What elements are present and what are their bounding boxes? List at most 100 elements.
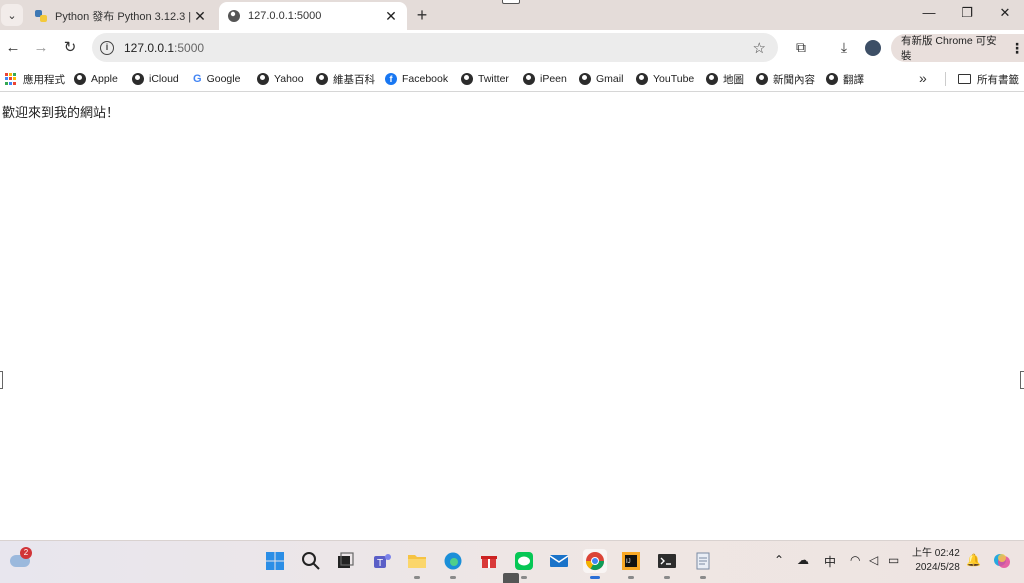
battery-icon[interactable]: ▭ bbox=[888, 553, 899, 567]
reload-icon[interactable]: ↻ bbox=[60, 38, 80, 58]
facebook-icon: f bbox=[385, 73, 397, 85]
url-text[interactable]: 127.0.0.1:5000 bbox=[124, 41, 204, 55]
close-tab-icon[interactable]: ✕ bbox=[383, 8, 399, 25]
bookmark-label: Apple bbox=[91, 73, 118, 85]
bookmark-apps[interactable]: 應用程式 bbox=[5, 71, 65, 87]
bookmark-label: iCloud bbox=[149, 73, 179, 85]
apps-grid-icon bbox=[5, 73, 17, 85]
bookmark-ipeen[interactable]: iPeen bbox=[523, 71, 567, 87]
clock-time: 上午 02:42 bbox=[912, 548, 960, 559]
tab-python[interactable]: Python 發布 Python 3.12.3 | Py ✕ bbox=[26, 2, 216, 30]
download-icon[interactable]: ⤓ bbox=[835, 39, 853, 56]
task-view-button[interactable] bbox=[333, 549, 357, 573]
globe-icon bbox=[706, 73, 718, 85]
globe-icon bbox=[228, 10, 240, 22]
extensions-icon[interactable]: ⧉ bbox=[792, 39, 810, 56]
globe-icon bbox=[132, 73, 144, 85]
terminal-app[interactable] bbox=[655, 549, 679, 579]
edge-icon bbox=[444, 552, 462, 570]
chrome-app[interactable] bbox=[583, 549, 607, 579]
bookmarks-bar: 應用程式 Apple iCloud G Google Yahoo 維基百科 f Fa… bbox=[0, 66, 1024, 92]
windows-taskbar: 2 T IJ ⌃ ☁ 中 ◠ ◁ ▭ 上午 02:42 2024/5/28 🔔 bbox=[0, 540, 1024, 583]
bookmark-youtube[interactable]: YouTube bbox=[636, 71, 694, 87]
back-arrow-icon[interactable]: ← bbox=[3, 38, 23, 58]
edge-app[interactable] bbox=[441, 549, 465, 579]
ime-indicator[interactable]: 中 bbox=[824, 553, 836, 570]
weather-widget[interactable]: 2 bbox=[10, 547, 32, 567]
bookmark-label: 所有書籤 bbox=[977, 73, 1019, 86]
notepad-icon bbox=[696, 552, 710, 570]
pycharm-app[interactable]: IJ bbox=[619, 549, 643, 579]
bookmark-yahoo[interactable]: Yahoo bbox=[257, 71, 304, 87]
minimize-icon[interactable]: — bbox=[910, 0, 948, 28]
wifi-icon[interactable]: ◠ bbox=[850, 553, 860, 567]
welcome-text: 歡迎來到我的網站！ bbox=[2, 106, 120, 121]
teams-icon: T bbox=[374, 554, 391, 569]
gift-icon bbox=[481, 556, 497, 568]
bookmark-label: Facebook bbox=[402, 73, 449, 85]
task-view-icon bbox=[338, 552, 354, 568]
browser-toolbar: ← → ↻ i 127.0.0.1:5000 ☆ ⧉ ⤓ 有新版 Chrome … bbox=[0, 30, 1024, 66]
mail-app[interactable] bbox=[547, 549, 571, 573]
bookmark-apple[interactable]: Apple bbox=[74, 71, 118, 87]
system-clock[interactable]: 上午 02:42 2024/5/28 bbox=[912, 547, 960, 575]
folder-icon bbox=[408, 555, 426, 568]
tab-localhost[interactable]: 127.0.0.1:5000 ✕ bbox=[219, 2, 407, 30]
folder-icon bbox=[958, 74, 971, 84]
gift-app[interactable] bbox=[477, 549, 501, 573]
tab-title: Python 發布 Python 3.12.3 | Py bbox=[55, 11, 192, 23]
left-resize-handle[interactable] bbox=[0, 371, 3, 389]
right-resize-handle[interactable] bbox=[1020, 371, 1024, 389]
start-button[interactable] bbox=[263, 549, 287, 573]
clock-date: 2024/5/28 bbox=[915, 562, 960, 573]
bookmark-gmail[interactable]: Gmail bbox=[579, 71, 623, 87]
volume-icon[interactable]: ◁ bbox=[869, 553, 878, 567]
bookmark-icloud[interactable]: iCloud bbox=[132, 71, 179, 87]
all-bookmarks-button[interactable]: 所有書籤 bbox=[958, 71, 1019, 87]
page-content: 歡迎來到我的網站！ bbox=[0, 93, 1024, 540]
notification-bell-icon[interactable]: 🔔 bbox=[966, 553, 981, 567]
url-host: 127.0.0.1 bbox=[124, 40, 175, 55]
bookmark-maps[interactable]: 地圖 bbox=[706, 71, 744, 87]
more-bookmarks-chevron-icon[interactable]: » bbox=[919, 70, 927, 86]
bookmark-label: 應用程式 bbox=[23, 73, 65, 86]
bookmark-news[interactable]: 新聞內容 bbox=[756, 71, 815, 87]
file-explorer-app[interactable] bbox=[405, 549, 429, 579]
bookmark-facebook[interactable]: f Facebook bbox=[385, 71, 448, 87]
forward-arrow-icon[interactable]: → bbox=[31, 38, 51, 58]
new-tab-button[interactable]: + bbox=[412, 5, 432, 26]
chrome-icon bbox=[586, 552, 604, 571]
bookmark-label: iPeen bbox=[540, 73, 567, 85]
window-drag-handle[interactable] bbox=[502, 0, 520, 4]
bookmark-label: Gmail bbox=[596, 73, 624, 85]
line-app[interactable] bbox=[512, 549, 536, 579]
tab-search-chevron-icon[interactable]: ⌄ bbox=[1, 4, 23, 26]
bookmark-label: 地圖 bbox=[723, 73, 744, 86]
tab-strip: ⌄ Python 發布 Python 3.12.3 | Py ✕ 127.0.0… bbox=[0, 0, 1024, 30]
tray-overflow-chevron-icon[interactable]: ⌃ bbox=[774, 553, 784, 567]
url-port: :5000 bbox=[174, 40, 205, 55]
address-bar[interactable]: i 127.0.0.1:5000 ☆ bbox=[92, 33, 778, 62]
update-chrome-button[interactable]: 有新版 Chrome 可安裝 ⋮ bbox=[891, 34, 1024, 62]
profile-avatar[interactable] bbox=[865, 40, 881, 56]
search-button[interactable] bbox=[299, 549, 323, 573]
close-tab-icon[interactable]: ✕ bbox=[192, 8, 208, 25]
copilot-button[interactable] bbox=[990, 549, 1014, 573]
svg-text:T: T bbox=[377, 558, 383, 569]
site-info-icon[interactable]: i bbox=[100, 40, 114, 55]
bookmark-translate[interactable]: 翻譯 bbox=[826, 71, 864, 87]
onedrive-icon[interactable]: ☁ bbox=[797, 553, 809, 567]
teams-app[interactable]: T bbox=[370, 549, 394, 573]
bookmark-label: 新聞內容 bbox=[773, 73, 815, 86]
bookmark-wikipedia[interactable]: 維基百科 bbox=[316, 71, 375, 87]
bookmark-label: Yahoo bbox=[274, 73, 304, 85]
notepad-app[interactable] bbox=[691, 549, 715, 579]
restore-icon[interactable]: ❐ bbox=[948, 0, 986, 28]
bookmark-google[interactable]: G Google bbox=[193, 71, 240, 87]
bottom-resize-handle[interactable] bbox=[503, 573, 519, 583]
browser-window: ⌄ Python 發布 Python 3.12.3 | Py ✕ 127.0.0… bbox=[0, 0, 1024, 583]
close-window-icon[interactable]: ✕ bbox=[986, 0, 1024, 28]
bookmark-star-icon[interactable]: ☆ bbox=[753, 39, 766, 57]
menu-dots-icon[interactable]: ⋮ bbox=[1010, 40, 1024, 57]
bookmark-twitter[interactable]: Twitter bbox=[461, 71, 509, 87]
